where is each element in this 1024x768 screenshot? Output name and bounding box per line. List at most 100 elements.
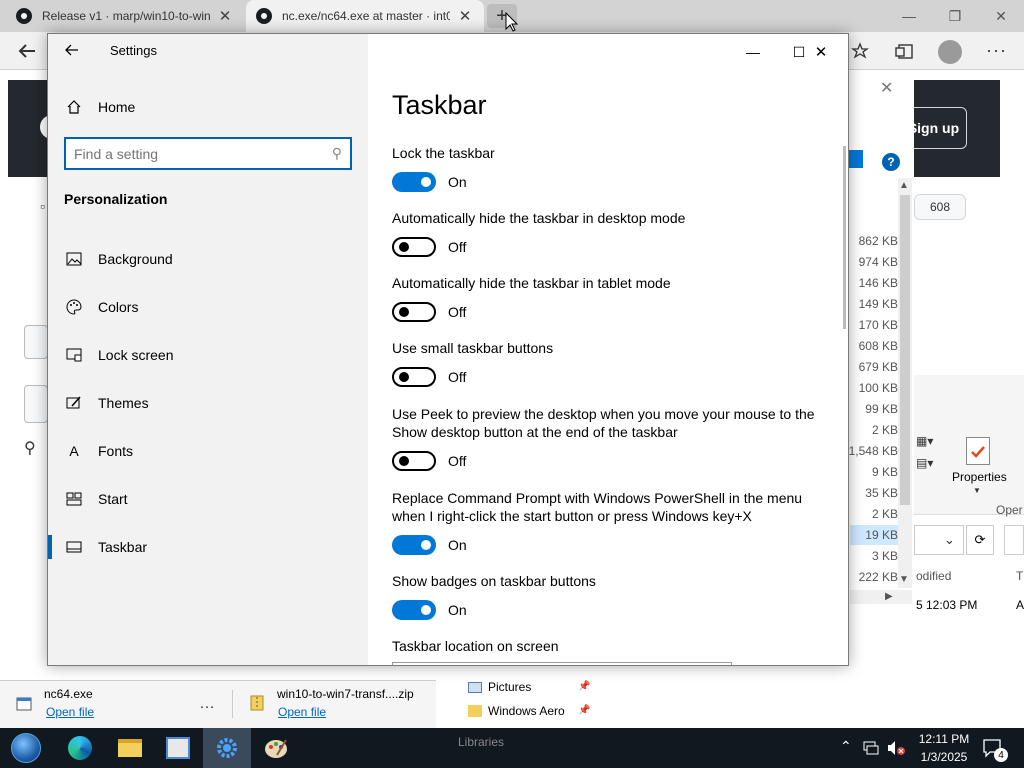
pin-icon[interactable]: 📌 (578, 705, 590, 716)
more-options-icon[interactable]: ··· (986, 40, 1007, 61)
column-date-modified[interactable]: odified (916, 569, 951, 583)
explorer-search-box[interactable] (1004, 525, 1024, 555)
count-badge[interactable]: 608 (914, 194, 966, 220)
edge-icon[interactable] (56, 728, 104, 768)
location-dropdown[interactable] (392, 662, 732, 665)
nav-fonts[interactable]: A Fonts (48, 427, 368, 475)
nav-background[interactable]: Background (48, 235, 368, 283)
address-dropdown[interactable] (914, 525, 964, 555)
powershell-toggle[interactable] (392, 535, 436, 555)
home-icon (64, 97, 84, 117)
paint-icon[interactable] (252, 728, 300, 768)
properties-dropdown-icon[interactable]: ▼ (973, 486, 981, 495)
type-cell: A (1016, 598, 1024, 612)
browser-minimize-button[interactable]: — (886, 0, 932, 32)
nav-item-windows-aero[interactable]: Windows Aero (468, 704, 565, 718)
branch-icon[interactable] (24, 385, 48, 423)
autohide-tablet-toggle[interactable] (392, 302, 436, 322)
search-box[interactable]: ⚲ (64, 137, 352, 170)
page-title: Taskbar (392, 90, 487, 120)
minimize-button[interactable]: — (730, 40, 776, 64)
nav-start[interactable]: Start (48, 475, 368, 523)
volume-muted-icon[interactable] (886, 740, 906, 756)
toggle-knob (399, 307, 409, 317)
edit-icon[interactable]: ▤▾ (916, 456, 933, 470)
column-type[interactable]: T (1016, 569, 1023, 583)
show-hidden-icons-icon[interactable]: ⌃ (840, 738, 852, 755)
file-size-cell: 1,548 KB (848, 444, 898, 458)
settings-sidebar: Settings Home ⚲ Personalization Backgrou… (48, 34, 368, 665)
properties-icon[interactable] (966, 437, 990, 465)
tab-close-icon[interactable]: ✕ (456, 7, 474, 25)
tab-nc-exe[interactable]: nc.exe/nc64.exe at master · int0x ✕ (246, 0, 484, 32)
toggle-knob (421, 177, 431, 187)
small-buttons-toggle[interactable] (392, 367, 436, 387)
refresh-icon[interactable]: ⟳ (966, 525, 994, 555)
download-filename: nc64.exe (44, 687, 93, 701)
content-scrollbar[interactable] (843, 146, 846, 329)
tab-close-icon[interactable]: ✕ (216, 7, 234, 25)
scroll-thumb[interactable] (900, 195, 910, 505)
nav-themes[interactable]: Themes (48, 379, 368, 427)
chevron-down-icon[interactable]: ⌄ (944, 532, 955, 548)
file-size-cell: 35 KB (865, 486, 898, 500)
collections-icon[interactable] (895, 42, 915, 60)
pin-icon[interactable]: 📌 (578, 681, 590, 692)
file-size-cell: 608 KB (858, 339, 898, 353)
lock-taskbar-toggle[interactable] (392, 172, 436, 192)
details-view-icon[interactable] (849, 150, 863, 168)
search-files-icon[interactable]: ⚲ (24, 438, 36, 458)
help-icon[interactable]: ? (882, 153, 900, 171)
scroll-down-icon[interactable]: ▼ (899, 574, 909, 585)
github-icon (16, 8, 32, 24)
scroll-right-icon[interactable]: ▶ (885, 591, 893, 602)
back-arrow-icon[interactable] (64, 42, 80, 58)
search-icon[interactable]: ⚲ (332, 145, 342, 162)
divider (232, 690, 233, 718)
profile-avatar-icon[interactable] (938, 40, 962, 64)
settings-taskbar-icon[interactable] (203, 728, 251, 768)
properties-button[interactable]: Properties (952, 470, 1007, 484)
file-size-cell: 222 KB (858, 570, 898, 584)
folder-icon (468, 705, 482, 717)
browser-restore-button[interactable]: ❐ (932, 0, 978, 32)
autohide-desktop-toggle[interactable] (392, 237, 436, 257)
search-input[interactable] (74, 145, 314, 162)
taskbar-icon (64, 537, 84, 557)
lock-screen-icon (64, 345, 84, 365)
scroll-up-icon[interactable]: ▲ (899, 180, 909, 191)
toggle-state: On (448, 174, 467, 190)
clock-date[interactable]: 1/3/2025 (914, 750, 974, 764)
favorites-icon[interactable] (851, 42, 869, 60)
back-arrow-icon[interactable] (16, 40, 38, 62)
nav-taskbar[interactable]: Taskbar (48, 523, 368, 571)
file-size-cell: 146 KB (858, 276, 898, 290)
select-icon[interactable]: ▦▾ (916, 434, 933, 448)
browser-close-button[interactable]: ✕ (978, 0, 1024, 32)
nav-home-label: Home (98, 99, 136, 115)
section-title: Personalization (64, 191, 168, 207)
nav-home[interactable]: Home (48, 83, 368, 131)
clock-time[interactable]: 12:11 PM (914, 732, 974, 746)
download-more-icon[interactable]: … (199, 695, 215, 713)
explorer-horizontal-scrollbar[interactable] (850, 590, 912, 604)
open-file-link[interactable]: Open file (278, 705, 326, 719)
file-size-cell: 2 KB (871, 507, 898, 521)
code-view-icon[interactable] (24, 325, 48, 359)
open-file-link[interactable]: Open file (46, 705, 94, 719)
start-button[interactable] (2, 728, 50, 768)
nav-lock-screen[interactable]: Lock screen (48, 331, 368, 379)
nav-item-pictures[interactable]: Pictures (468, 680, 531, 694)
close-button[interactable]: ✕ (798, 40, 844, 64)
peek-toggle[interactable] (392, 451, 436, 471)
network-icon[interactable] (862, 740, 880, 756)
nav-label: Start (98, 491, 128, 507)
nav-colors[interactable]: Colors (48, 283, 368, 331)
explorer-close-icon[interactable]: ✕ (880, 78, 893, 98)
badges-toggle[interactable] (392, 600, 436, 620)
tab-release[interactable]: Release v1 · marp/win10-to-win7 ✕ (6, 0, 244, 32)
libraries-label: Libraries (458, 735, 505, 749)
control-panel-icon[interactable] (154, 728, 202, 768)
file-explorer-taskbar-icon[interactable] (106, 728, 154, 768)
toggle-state: On (448, 537, 467, 553)
